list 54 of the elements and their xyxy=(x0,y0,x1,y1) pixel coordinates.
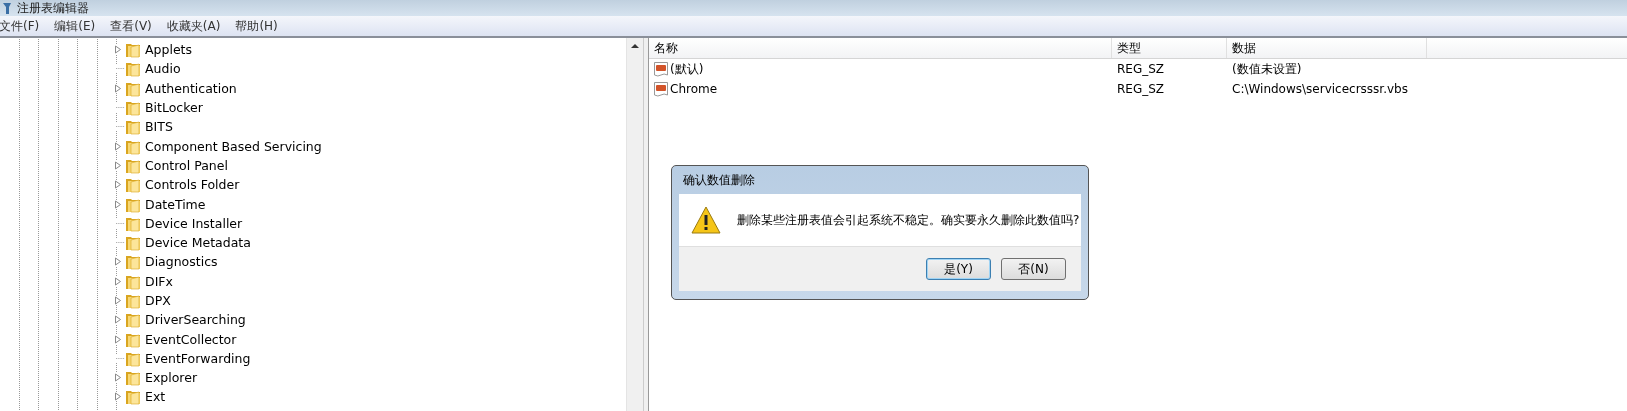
value-type: REG_SZ xyxy=(1116,62,1166,76)
tree-item[interactable]: Device Installer xyxy=(145,215,243,231)
tree-item[interactable]: Applets xyxy=(145,42,192,58)
value-name: (默认) xyxy=(670,60,704,78)
tree-item[interactable]: Authentication xyxy=(145,80,237,96)
tree-item[interactable]: Controls Folder xyxy=(145,177,240,193)
tree-item[interactable]: DateTime xyxy=(145,196,206,212)
menu-item[interactable]: 编辑(E) xyxy=(51,17,103,35)
tree-item[interactable]: Control Panel xyxy=(145,157,228,173)
folder-icon xyxy=(125,292,141,309)
no-button[interactable]: 否(N) xyxy=(1001,258,1066,280)
tree-item[interactable]: DIFx xyxy=(145,273,173,289)
tree-item[interactable]: EventForwarding xyxy=(145,350,251,366)
tree-item[interactable]: BITS xyxy=(145,119,173,135)
value-name: Chrome xyxy=(670,82,718,96)
menu-item[interactable]: 收藏夹(A) xyxy=(163,17,228,35)
folder-icon xyxy=(125,388,141,406)
value-type: REG_SZ xyxy=(1116,82,1166,96)
tree-item[interactable]: Component Based Servicing xyxy=(145,138,322,154)
menu-item[interactable]: 查看(V) xyxy=(107,17,159,35)
scrollbar[interactable] xyxy=(626,38,643,411)
folder-icon xyxy=(125,118,141,136)
tree-item[interactable]: Diagnostics xyxy=(145,254,218,270)
dialog-title: 确认数值删除 xyxy=(682,171,756,189)
folder-icon xyxy=(125,60,141,78)
value-data: C:\Windows\servicecrsssr.vbs xyxy=(1231,82,1409,96)
folder-icon xyxy=(125,234,141,252)
folder-icon xyxy=(125,253,141,271)
tree-item[interactable]: EventCollector xyxy=(145,331,237,347)
folder-icon xyxy=(125,176,141,194)
tree-item[interactable]: Audio xyxy=(145,61,181,77)
value-data: (数值未设置) xyxy=(1231,60,1303,78)
tree-item[interactable]: DriverSearching xyxy=(145,312,246,328)
yes-button[interactable]: 是(Y) xyxy=(926,258,991,280)
tree-item[interactable]: Ext xyxy=(145,389,166,405)
warning-icon xyxy=(691,205,721,235)
column-header[interactable]: 名称 xyxy=(649,38,1112,58)
column-header[interactable]: 数据 xyxy=(1227,38,1427,58)
window-title: 注册表编辑器 xyxy=(17,0,89,17)
tree-item[interactable]: DPX xyxy=(145,293,171,308)
folder-icon xyxy=(125,369,141,387)
menu-item[interactable]: 文件(F) xyxy=(0,17,47,35)
dialog-message: 删除某些注册表值会引起系统不稳定。确实要永久删除此数值吗? xyxy=(737,211,1080,229)
tree-item[interactable]: Device Metadata xyxy=(145,235,251,251)
string-value-icon xyxy=(654,61,668,77)
folder-icon xyxy=(125,41,141,59)
folder-icon xyxy=(125,99,141,117)
menu-item[interactable]: 帮助(H) xyxy=(232,17,285,35)
folder-icon xyxy=(125,311,141,329)
tree-item[interactable]: Explorer xyxy=(145,370,198,386)
column-header[interactable]: 类型 xyxy=(1112,38,1227,58)
tree-item[interactable]: BitLocker xyxy=(145,100,203,116)
string-value-icon xyxy=(654,81,668,97)
scroll-up-icon[interactable] xyxy=(631,44,639,48)
